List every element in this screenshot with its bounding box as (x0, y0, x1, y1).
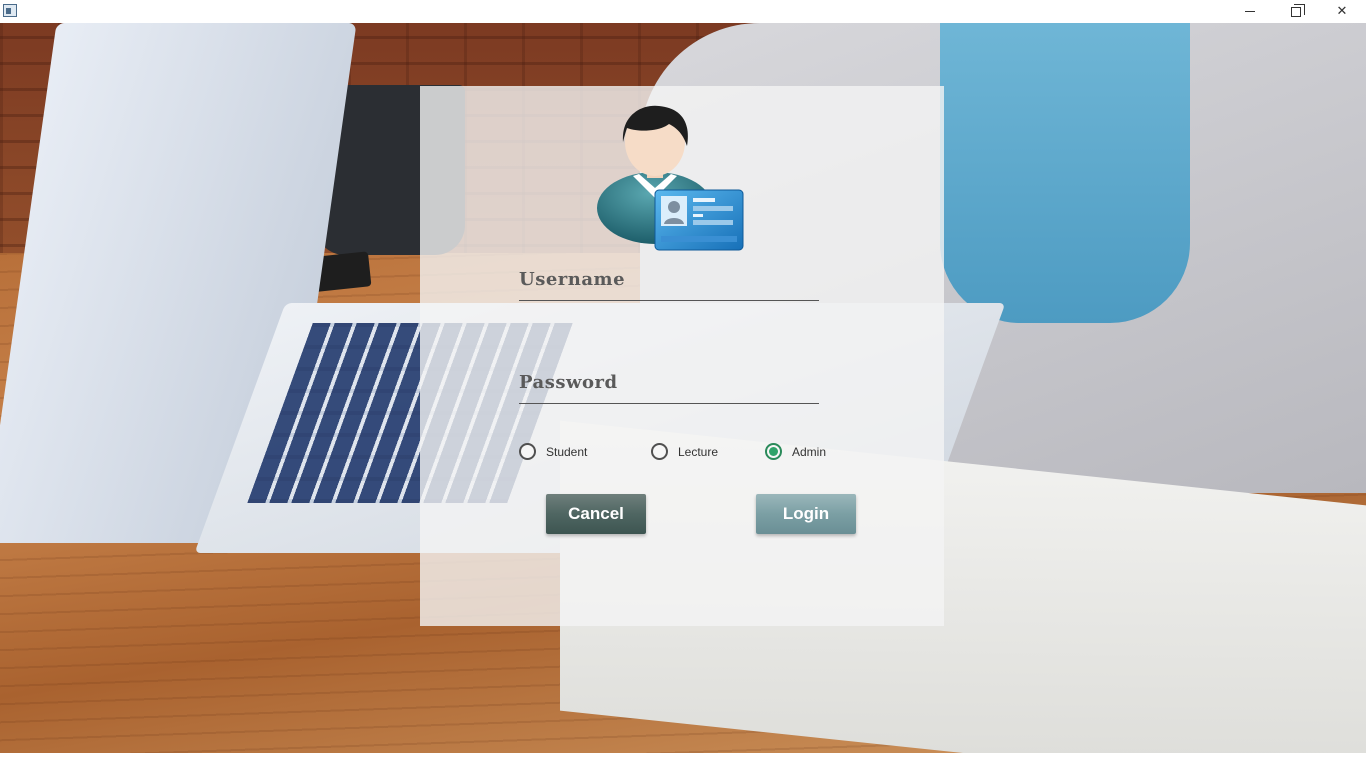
cancel-button[interactable]: Cancel (546, 494, 646, 534)
window-bottom-edge (0, 753, 1366, 768)
restore-icon (1291, 3, 1305, 17)
password-field: Password (519, 371, 819, 404)
radio-lecture-circle[interactable] (651, 443, 668, 460)
password-input[interactable] (519, 397, 819, 404)
radio-admin-label: Admin (792, 444, 827, 459)
radio-admin[interactable]: Admin (765, 443, 826, 460)
maximize-button[interactable] (1273, 0, 1319, 23)
app-icon (3, 4, 17, 17)
radio-student[interactable]: Student (519, 443, 587, 460)
radio-lecture[interactable]: Lecture (651, 443, 718, 460)
login-button[interactable]: Login (756, 494, 856, 534)
username-field: Username (519, 268, 819, 301)
close-button[interactable]: ✕ (1319, 0, 1365, 23)
username-label: Username (519, 269, 626, 290)
password-label: Password (519, 372, 618, 393)
minimize-button[interactable] (1227, 0, 1273, 23)
radio-student-label: Student (546, 444, 588, 459)
minimize-icon (1245, 11, 1255, 12)
radio-admin-circle[interactable] (765, 443, 782, 460)
title-bar: ✕ (0, 0, 1366, 23)
radio-lecture-label: Lecture (678, 444, 719, 459)
user-id-card-icon (597, 105, 744, 251)
close-icon: ✕ (1336, 4, 1348, 19)
username-input[interactable] (519, 294, 819, 301)
radio-student-circle[interactable] (519, 443, 536, 460)
shirt (940, 23, 1190, 323)
